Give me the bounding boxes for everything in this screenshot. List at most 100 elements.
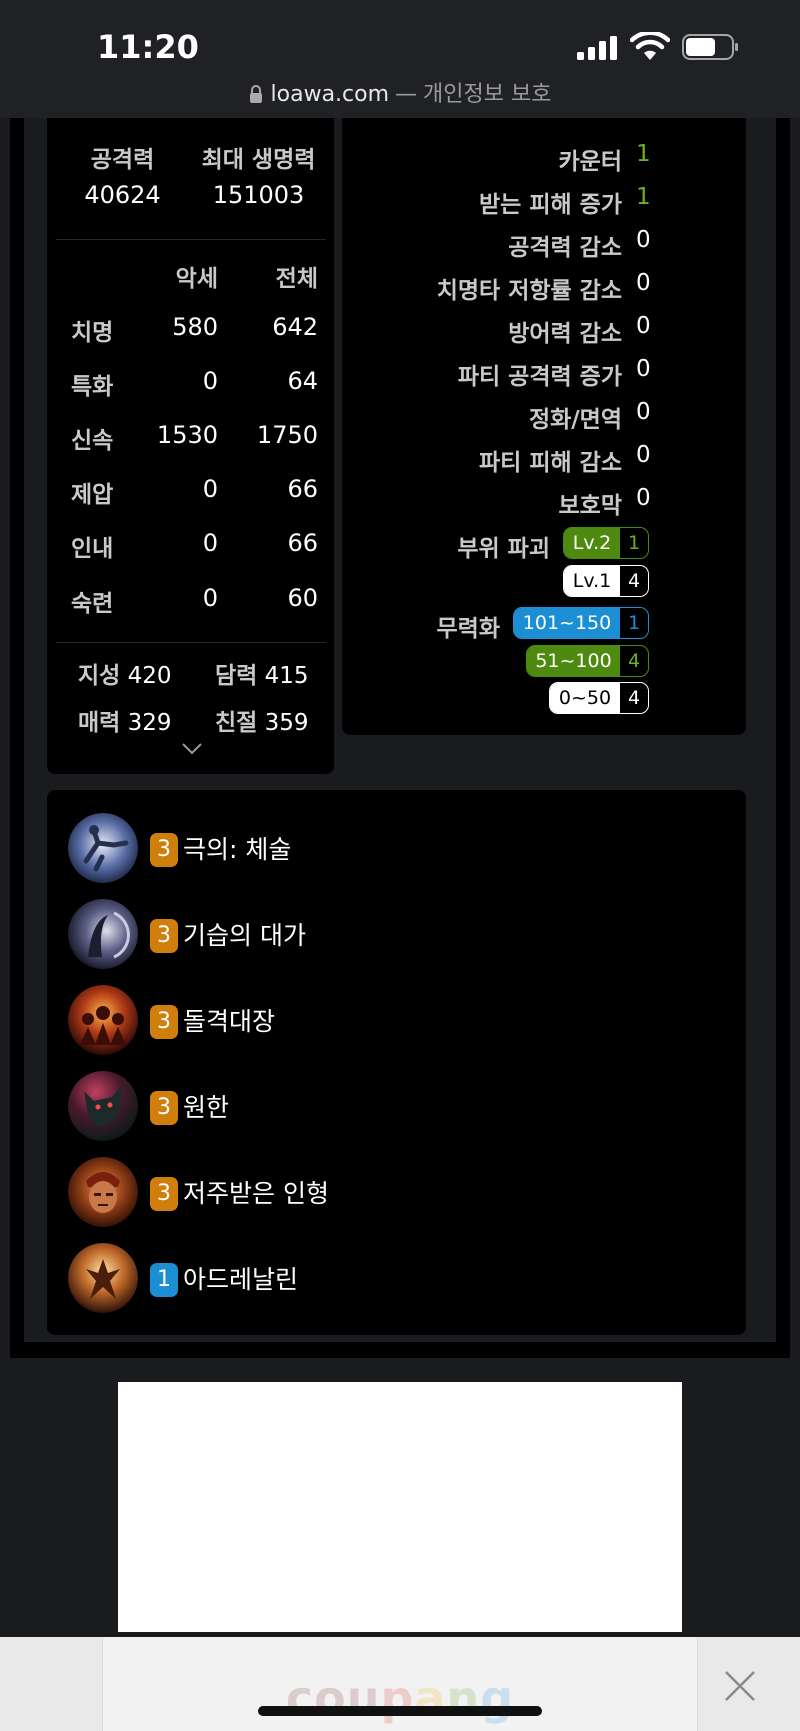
engraving-level: 3 [150, 1177, 178, 1211]
stat-name: 신속 [71, 428, 114, 454]
stagger-badge-high: 101~150 1 [513, 607, 649, 639]
stat-total: 642 [272, 313, 318, 341]
synergy-label: 카운터 [558, 149, 622, 175]
bottom-ad-content[interactable]: coupang [102, 1637, 698, 1731]
stat-total: 66 [287, 529, 318, 557]
martial-arts-icon [68, 813, 138, 883]
engraving-item: 3 돌격대장 [68, 985, 488, 1057]
stat-total: 64 [287, 367, 318, 395]
synergy-label: 보호막 [558, 493, 622, 519]
trait-item: 매력 329 [78, 703, 172, 737]
trait-value: 359 [264, 710, 309, 736]
trait-item: 지성 420 [78, 656, 172, 690]
synergy-label: 공격력 감소 [508, 235, 622, 261]
stat-total: 60 [287, 584, 318, 612]
stat-gear: 0 [202, 475, 218, 503]
trait-value: 329 [127, 710, 172, 736]
max-hp-value: 151003 [212, 181, 305, 209]
engraving-item: 3 원한 [68, 1071, 488, 1143]
status-bar: 11:20 loawa.com — 개인정보 보호 [0, 0, 800, 118]
address-bar[interactable]: loawa.com — 개인정보 보호 [0, 76, 800, 108]
engraving-level: 3 [150, 833, 178, 867]
stat-total: 66 [287, 475, 318, 503]
trait-item: 친절 359 [215, 703, 309, 737]
synergy-value: 0 [636, 399, 651, 425]
part-break-label: 부위 파괴 [457, 536, 550, 562]
col-header-gear: 악세 [175, 266, 218, 292]
expand-chevron-icon[interactable] [181, 742, 203, 756]
synergy-value: 0 [636, 442, 651, 468]
engraving-name: 원한 [183, 1093, 230, 1122]
synergy-value: 1 [636, 184, 651, 210]
engraving-name: 돌격대장 [183, 1007, 276, 1036]
synergy-label: 받는 피해 증가 [479, 192, 622, 218]
part-break-badge-lv1: Lv.1 4 [563, 565, 649, 597]
col-header-total: 전체 [275, 266, 318, 292]
battery-icon [682, 34, 738, 60]
badge-count: 4 [620, 646, 648, 676]
engraving-name: 저주받은 인형 [183, 1179, 329, 1208]
trait-name: 지성 [78, 663, 121, 689]
trait-value: 420 [127, 663, 172, 689]
wifi-icon [630, 32, 670, 60]
stat-gear: 0 [202, 584, 218, 612]
synergy-value: 1 [636, 141, 651, 167]
privacy-label: 개인정보 보호 [423, 82, 552, 107]
trait-name: 매력 [78, 710, 121, 736]
synergy-value: 0 [636, 313, 651, 339]
stagger-badge-low: 0~50 4 [549, 682, 649, 714]
stat-name: 치명 [71, 320, 114, 346]
ambush-master-icon [68, 899, 138, 969]
trait-item: 담력 415 [215, 656, 309, 690]
raid-captain-icon [68, 985, 138, 1055]
max-hp-label: 최대 생명력 [201, 147, 316, 173]
synergy-label: 파티 피해 감소 [479, 450, 622, 476]
stagger-label: 무력화 [436, 616, 500, 642]
synergy-label: 파티 공격력 증가 [457, 364, 622, 390]
divider [56, 239, 326, 240]
adrenaline-icon [68, 1243, 138, 1313]
trait-value: 415 [264, 663, 309, 689]
grudge-icon [68, 1071, 138, 1141]
engraving-item: 3 기습의 대가 [68, 899, 488, 971]
stat-name: 특화 [71, 374, 114, 400]
attack-label: 공격력 [90, 147, 155, 173]
synergy-label: 치명타 저항률 감소 [436, 278, 622, 304]
engraving-level: 3 [150, 1091, 178, 1125]
synergy-value: 0 [636, 356, 651, 382]
badge-level: 101~150 [514, 608, 620, 638]
stat-name: 숙련 [71, 591, 114, 617]
badge-count: 1 [620, 528, 648, 558]
synergy-value: 0 [636, 485, 651, 511]
synergy-value: 0 [636, 227, 651, 253]
badge-level: 51~100 [527, 646, 620, 676]
close-icon[interactable] [722, 1668, 758, 1704]
trait-name: 친절 [215, 710, 258, 736]
engraving-item: 1 아드레날린 [68, 1243, 488, 1315]
stagger-badge-mid: 51~100 4 [526, 645, 649, 677]
badge-count: 4 [620, 683, 648, 713]
home-indicator[interactable] [258, 1706, 542, 1716]
trait-name: 담력 [215, 663, 258, 689]
badge-level: Lv.1 [564, 566, 620, 596]
synergy-label: 정화/면역 [528, 407, 622, 433]
badge-count: 4 [620, 566, 648, 596]
engraving-name: 아드레날린 [183, 1265, 299, 1294]
url-domain: loawa.com [270, 82, 390, 107]
synergy-value: 0 [636, 270, 651, 296]
lock-icon [249, 85, 262, 103]
engraving-level: 3 [150, 919, 178, 953]
stat-gear: 580 [172, 313, 218, 341]
cellular-signal-icon [577, 36, 617, 60]
ad-banner[interactable] [118, 1382, 682, 1632]
engraving-item: 3 극의: 체술 [68, 813, 488, 885]
badge-level: Lv.2 [564, 528, 620, 558]
stat-total: 1750 [256, 421, 318, 449]
cursed-doll-icon [68, 1157, 138, 1227]
engraving-level: 1 [150, 1263, 178, 1297]
part-break-badge-lv2: Lv.2 1 [563, 527, 649, 559]
badge-count: 1 [620, 608, 648, 638]
bottom-ad-strip[interactable]: coupang [0, 1637, 800, 1731]
badge-level: 0~50 [550, 683, 620, 713]
stat-name: 인내 [71, 536, 114, 562]
